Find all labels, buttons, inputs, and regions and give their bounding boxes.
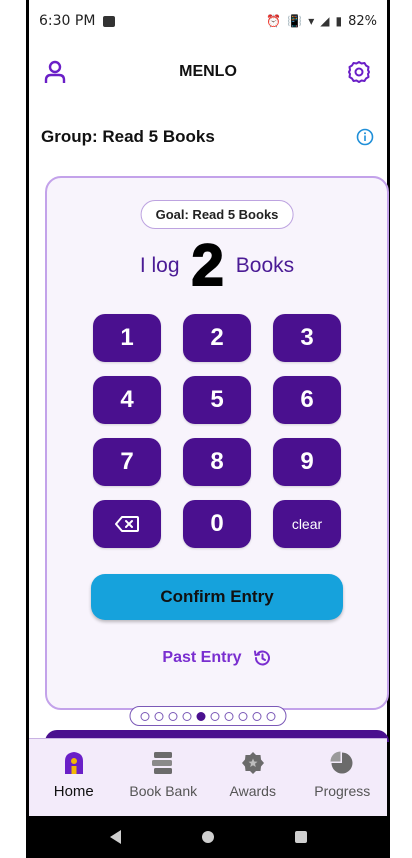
key-6[interactable]: 6 [273, 376, 341, 424]
key-2[interactable]: 2 [183, 314, 251, 362]
status-time: 6:30 PM [39, 13, 96, 29]
key-9[interactable]: 9 [273, 438, 341, 486]
back-icon[interactable] [109, 830, 121, 844]
nav-awards[interactable]: Awards [213, 749, 293, 799]
home-button-icon[interactable] [201, 831, 214, 843]
nav-home-label: Home [53, 783, 94, 800]
page-dot[interactable] [266, 711, 276, 721]
status-right: ⏰ 📳 ▾ ◢ ▮ 82% [266, 14, 377, 29]
bottom-navigation: Home Book Bank Awards Progress [29, 738, 387, 818]
battery-icon: ▮ [335, 14, 343, 28]
key-1[interactable]: 1 [93, 314, 161, 362]
books-icon [149, 749, 177, 777]
app-header: MENLO [29, 52, 387, 92]
page-dot[interactable] [252, 711, 262, 721]
page-dot[interactable] [182, 711, 192, 721]
info-button[interactable] [355, 127, 375, 147]
system-navigation-bar [29, 816, 387, 858]
log-prefix: I log [139, 254, 180, 277]
page-dot[interactable] [140, 711, 150, 721]
key-0[interactable]: 0 [183, 500, 251, 548]
alarm-icon: ⏰ [266, 14, 282, 28]
nav-progress-label: Progress [314, 783, 371, 799]
nav-home[interactable]: Home [34, 749, 114, 800]
key-3[interactable]: 3 [273, 314, 341, 362]
status-left: 6:30 PM [39, 13, 116, 29]
page-dot[interactable] [210, 711, 220, 721]
vibrate-icon: 📳 [287, 14, 303, 28]
home-icon [60, 749, 88, 777]
page-indicator[interactable] [129, 706, 287, 726]
nav-book-bank[interactable]: Book Bank [123, 749, 203, 799]
profile-button[interactable] [41, 58, 69, 86]
app-screen: 6:30 PM ⏰ 📳 ▾ ◢ ▮ 82% MENLO Group: Read … [0, 0, 412, 858]
nav-progress[interactable]: Progress [302, 749, 382, 799]
app-title: MENLO [179, 63, 237, 80]
history-icon [253, 650, 270, 666]
key-8[interactable]: 8 [183, 438, 251, 486]
log-suffix: Books [235, 254, 295, 277]
profile-icon [44, 60, 66, 83]
key-5[interactable]: 5 [183, 376, 251, 424]
gear-icon [348, 61, 370, 83]
page-dot[interactable] [238, 711, 248, 721]
page-dot[interactable] [168, 711, 178, 721]
signal-icon: ◢ [320, 14, 330, 28]
settings-button[interactable] [345, 58, 373, 86]
award-icon [239, 749, 267, 777]
image-notification-icon [103, 15, 116, 27]
goal-label: Goal: Read 5 Books [140, 200, 294, 229]
key-4[interactable]: 4 [93, 376, 161, 424]
pie-chart-icon [328, 749, 356, 777]
phone-screen: 6:30 PM ⏰ 📳 ▾ ◢ ▮ 82% MENLO Group: Read … [26, 0, 390, 858]
number-keypad: 1 2 3 4 5 6 7 8 9 0 clear [47, 314, 387, 548]
recent-apps-icon[interactable] [294, 831, 307, 843]
nav-book-bank-label: Book Bank [129, 783, 198, 799]
confirm-entry-button[interactable]: Confirm Entry [91, 574, 343, 620]
log-value: 2 [191, 233, 225, 298]
clear-key[interactable]: clear [273, 500, 341, 548]
log-entry-card: Goal: Read 5 Books I log 2 Books 1 2 3 4… [45, 176, 389, 710]
backspace-key[interactable] [93, 500, 161, 548]
page-dot[interactable] [154, 711, 164, 721]
log-summary: I log 2 Books [47, 236, 387, 296]
past-entry-link[interactable]: Past Entry [47, 648, 387, 668]
status-bar: 6:30 PM ⏰ 📳 ▾ ◢ ▮ 82% [29, 0, 387, 42]
page-dot[interactable] [196, 711, 206, 721]
backspace-icon [115, 516, 139, 532]
page-dot[interactable] [224, 711, 234, 721]
info-icon [356, 128, 374, 146]
key-7[interactable]: 7 [93, 438, 161, 486]
past-entry-label: Past Entry [162, 649, 242, 666]
wifi-icon: ▾ [308, 14, 315, 28]
battery-percent: 82% [348, 13, 377, 29]
group-row: Group: Read 5 Books [41, 122, 375, 152]
group-title: Group: Read 5 Books [41, 127, 215, 146]
nav-awards-label: Awards [229, 783, 276, 799]
